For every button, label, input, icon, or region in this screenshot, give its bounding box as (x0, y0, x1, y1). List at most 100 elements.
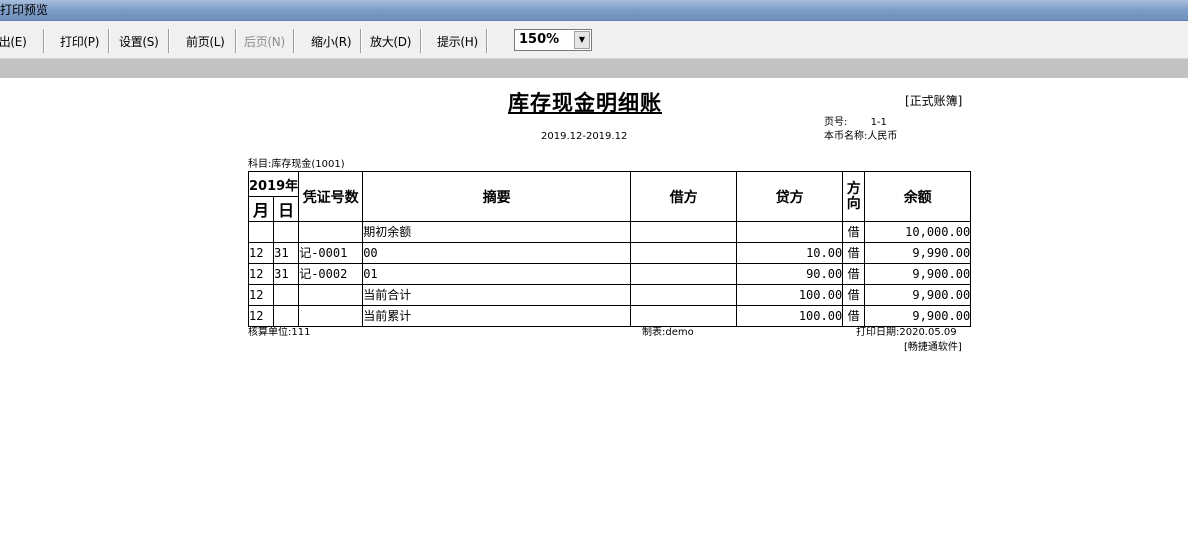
next-page-button[interactable]: 后页(N) (244, 33, 285, 51)
toolbar-separator (168, 29, 170, 53)
month-header: 月 (247, 196, 275, 222)
cell-month: 12 (247, 242, 275, 264)
accounting-unit: 核算单位:111 (248, 327, 310, 339)
table-row: 期初余额 借 10,000.00 (247, 221, 972, 243)
settings-button[interactable]: 设置(S) (119, 33, 159, 51)
cell-credit: 100.00 (736, 284, 844, 306)
balance-header: 余额 (864, 171, 972, 222)
cell-debit (630, 305, 738, 327)
date-label: 打印日期: (856, 327, 900, 338)
cell-summary: 00 (362, 242, 632, 264)
date-value: 2020.05.09 (899, 327, 957, 338)
cell-voucher: 记-0002 (298, 263, 364, 285)
cell-balance: 9,900.00 (864, 284, 972, 306)
prev-page-button[interactable]: 前页(L) (186, 33, 225, 51)
cell-balance: 10,000.00 (864, 221, 972, 243)
cell-day: 31 (273, 242, 300, 264)
zoom-in-button[interactable]: 放大(D) (370, 33, 411, 51)
toolbar-separator (108, 29, 110, 53)
cell-direction: 借 (842, 221, 866, 243)
maker-label: 制表: (642, 327, 666, 338)
cell-day: 31 (273, 263, 300, 285)
print-button[interactable]: 打印(P) (60, 33, 99, 51)
ledger-table: 2019年 凭证号数 摘要 借方 贷方 方向 余额 月 日 期初余额 借 10,… (247, 171, 972, 327)
window-title: 打印预览 (0, 3, 49, 17)
zoom-value: 150% (519, 32, 560, 47)
cell-direction: 借 (842, 284, 866, 306)
cell-day (273, 284, 300, 306)
credit-header: 贷方 (736, 171, 844, 222)
currency-label: 本币名称: (824, 131, 868, 142)
maker-value: demo (665, 327, 694, 338)
tips-button[interactable]: 提示(H) (437, 33, 478, 51)
toolbar-separator (420, 29, 422, 53)
cell-balance: 9,990.00 (864, 242, 972, 264)
subject-value: 库存现金(1001) (271, 159, 345, 170)
toolbar: 退出(E) 打印(P) 设置(S) 前页(L) 后页(N) 缩小(R) 放大(D… (0, 21, 1188, 59)
toolbar-separator (43, 29, 45, 53)
page-label: 页号: (824, 117, 848, 128)
print-preview-page: 库存现金明细账 [正式账簿] 2019.12-2019.12 页号: 1-1 本… (0, 78, 1188, 538)
cell-summary: 当前累计 (362, 305, 632, 327)
cell-debit (630, 284, 738, 306)
cell-month: 12 (247, 284, 275, 306)
cell-day (273, 305, 300, 327)
debit-header: 借方 (630, 171, 738, 222)
cell-credit: 10.00 (736, 242, 844, 264)
exit-button[interactable]: 退出(E) (0, 33, 27, 51)
zoom-select[interactable]: 150% ▼ (514, 29, 592, 51)
cell-voucher: 记-0001 (298, 242, 364, 264)
window-titlebar: 打印预览 (0, 0, 1188, 21)
zoom-out-button[interactable]: 缩小(R) (311, 33, 352, 51)
cell-credit: 100.00 (736, 305, 844, 327)
toolbar-separator (235, 29, 237, 53)
year-header: 2019年 (247, 171, 300, 197)
page-value: 1-1 (870, 117, 887, 128)
cell-voucher (298, 221, 364, 243)
report-title: 库存现金明细账 (508, 90, 662, 115)
toolbar-separator (293, 29, 295, 53)
cell-month (247, 221, 275, 243)
cell-summary: 当前合计 (362, 284, 632, 306)
day-header: 日 (273, 196, 300, 222)
currency-value: 人民币 (867, 131, 898, 142)
cell-direction: 借 (842, 305, 866, 327)
subject-label: 科目: (248, 159, 272, 170)
cell-summary: 01 (362, 263, 632, 285)
preview-top-margin (0, 59, 1188, 78)
cell-debit (630, 263, 738, 285)
cell-direction: 借 (842, 242, 866, 264)
subject: 科目:库存现金(1001) (248, 159, 345, 171)
table-row: 12 31 记-0002 01 90.00 借 9,900.00 (247, 263, 972, 285)
table-row: 12 当前累计 100.00 借 9,900.00 (247, 305, 972, 327)
toolbar-separator (360, 29, 362, 53)
cell-month: 12 (247, 263, 275, 285)
currency-name: 本币名称:人民币 (824, 131, 897, 143)
cell-day (273, 221, 300, 243)
prepared-by: 制表:demo (642, 327, 694, 339)
cell-credit: 90.00 (736, 263, 844, 285)
cell-balance: 9,900.00 (864, 263, 972, 285)
voucher-header: 凭证号数 (298, 171, 364, 222)
table-row: 12 当前合计 100.00 借 9,900.00 (247, 284, 972, 306)
cell-credit (736, 221, 844, 243)
print-date: 打印日期:2020.05.09 (856, 327, 957, 339)
cell-voucher (298, 284, 364, 306)
header-row: 2019年 凭证号数 摘要 借方 贷方 方向 余额 (247, 171, 972, 222)
toolbar-separator (486, 29, 488, 53)
chevron-down-icon[interactable]: ▼ (574, 31, 590, 49)
cell-balance: 9,900.00 (864, 305, 972, 327)
report-period: 2019.12-2019.12 (541, 131, 628, 142)
cell-debit (630, 221, 738, 243)
summary-header: 摘要 (362, 171, 632, 222)
unit-label: 核算单位: (248, 327, 292, 338)
cell-month: 12 (247, 305, 275, 327)
table-row: 12 31 记-0001 00 10.00 借 9,990.00 (247, 242, 972, 264)
unit-value: 111 (291, 327, 311, 338)
direction-header: 方向 (842, 171, 866, 222)
software-tag: [畅捷通软件] (904, 342, 962, 353)
ledger-type-tag: [正式账簿] (905, 94, 963, 108)
page-number: 页号: 1-1 (824, 117, 887, 129)
cell-summary: 期初余额 (362, 221, 632, 243)
cell-direction: 借 (842, 263, 866, 285)
